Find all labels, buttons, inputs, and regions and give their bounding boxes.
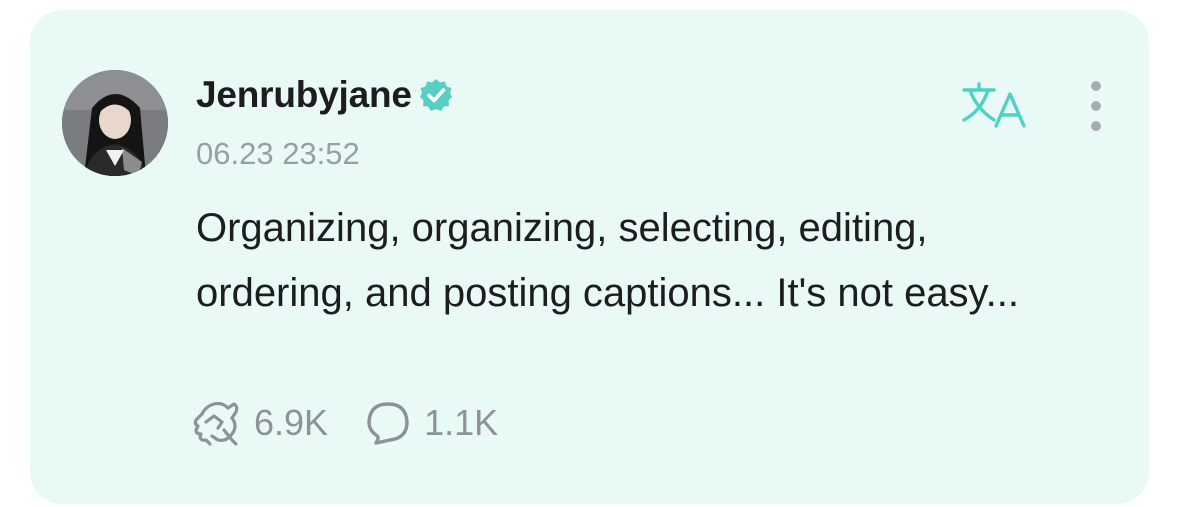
translate-icon[interactable] [960, 82, 1030, 130]
comment-count: 1.1K [424, 402, 499, 443]
heart-hands-icon [193, 401, 239, 446]
post-card: Jenrubyjane 06.23 23:52 Organizing, orga… [30, 10, 1149, 504]
more-vertical-icon[interactable] [1084, 78, 1108, 134]
comment-bubble-icon [367, 402, 409, 445]
post-actions: 6.9K 1.1K [192, 398, 534, 448]
like-button[interactable]: 6.9K [192, 400, 328, 446]
like-count: 6.9K [254, 402, 329, 443]
avatar[interactable] [62, 70, 168, 176]
verified-badge-icon [418, 77, 454, 113]
username[interactable]: Jenrubyjane [196, 74, 454, 116]
comment-button[interactable]: 1.1K [364, 400, 498, 446]
username-text[interactable]: Jenrubyjane [196, 74, 412, 116]
post-timestamp: 06.23 23:52 [196, 136, 360, 171]
post-text: Organizing, organizing, selecting, editi… [196, 206, 1019, 315]
